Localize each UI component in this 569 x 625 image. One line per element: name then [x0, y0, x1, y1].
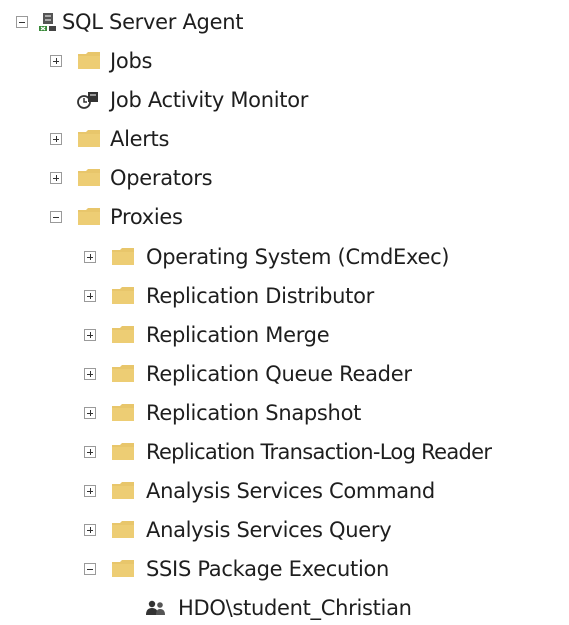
folder-icon — [112, 521, 134, 538]
tree-node-label: Replication Transaction-Log Reader — [146, 440, 492, 464]
expand-icon[interactable] — [50, 55, 62, 67]
job-activity-monitor-icon — [76, 90, 100, 114]
tree-node-label: Analysis Services Query — [146, 518, 392, 542]
folder-icon — [112, 404, 134, 421]
collapse-icon[interactable] — [16, 16, 28, 28]
tree-node-proxy[interactable]: Analysis Services Query — [0, 513, 569, 547]
expand-icon[interactable] — [84, 407, 96, 419]
tree-node-label: Operating System (CmdExec) — [146, 245, 450, 269]
folder-icon — [78, 208, 100, 225]
folder-icon — [78, 52, 100, 69]
tree-node-proxy[interactable]: Replication Merge — [0, 318, 569, 352]
folder-icon — [112, 443, 134, 460]
tree-node-proxy[interactable]: Replication Transaction-Log Reader — [0, 435, 569, 469]
collapse-icon[interactable] — [50, 211, 62, 223]
expand-icon[interactable] — [84, 329, 96, 341]
tree-node-label: SQL Server Agent — [62, 10, 244, 34]
tree-node-proxy[interactable]: Operating System (CmdExec) — [0, 240, 569, 274]
folder-icon — [112, 482, 134, 499]
tree-node-proxies[interactable]: Proxies — [0, 200, 569, 234]
folder-icon — [78, 169, 100, 186]
tree-node-label: Operators — [110, 166, 213, 190]
tree-node-proxy[interactable]: Analysis Services Command — [0, 474, 569, 508]
tree-node-label: HDO\student_Christian — [178, 596, 412, 620]
expand-icon[interactable] — [84, 524, 96, 536]
sql-server-agent-icon — [38, 12, 58, 36]
expand-icon[interactable] — [84, 290, 96, 302]
folder-icon — [78, 130, 100, 147]
tree-node-jobs[interactable]: Jobs — [0, 44, 569, 78]
tree-node-proxy[interactable]: SSIS Package Execution — [0, 552, 569, 586]
collapse-icon[interactable] — [84, 563, 96, 575]
tree-node-label: Replication Merge — [146, 323, 330, 347]
expand-icon[interactable] — [84, 251, 96, 263]
tree-node-job-activity-monitor[interactable]: Job Activity Monitor — [0, 83, 569, 117]
expand-icon[interactable] — [50, 133, 62, 145]
tree-node-operators[interactable]: Operators — [0, 161, 569, 195]
tree-node-alerts[interactable]: Alerts — [0, 122, 569, 156]
folder-icon — [112, 287, 134, 304]
tree-node-label: Jobs — [110, 49, 153, 73]
folder-icon — [112, 248, 134, 265]
tree-node-label: Analysis Services Command — [146, 479, 435, 503]
expand-icon[interactable] — [84, 485, 96, 497]
folder-icon — [112, 365, 134, 382]
expand-icon[interactable] — [84, 446, 96, 458]
tree-node-label: SSIS Package Execution — [146, 557, 390, 581]
folder-icon — [112, 326, 134, 343]
tree-node-label: Replication Queue Reader — [146, 362, 412, 386]
tree-node-label: Proxies — [110, 205, 183, 229]
tree-node-label: Alerts — [110, 127, 170, 151]
tree-node-proxy[interactable]: Replication Snapshot — [0, 396, 569, 430]
tree-node-proxy[interactable]: Replication Queue Reader — [0, 357, 569, 391]
folder-icon — [112, 560, 134, 577]
tree-node-label: Replication Snapshot — [146, 401, 362, 425]
tree-node-proxy-account[interactable]: HDO\student_Christian — [0, 591, 569, 625]
expand-icon[interactable] — [84, 368, 96, 380]
tree-node-label: Replication Distributor — [146, 284, 374, 308]
expand-icon[interactable] — [50, 172, 62, 184]
tree-node-label: Job Activity Monitor — [110, 88, 309, 112]
tree-node-proxy[interactable]: Replication Distributor — [0, 279, 569, 313]
user-group-icon — [146, 599, 166, 621]
tree-node-sql-server-agent[interactable]: SQL Server Agent — [0, 5, 569, 39]
